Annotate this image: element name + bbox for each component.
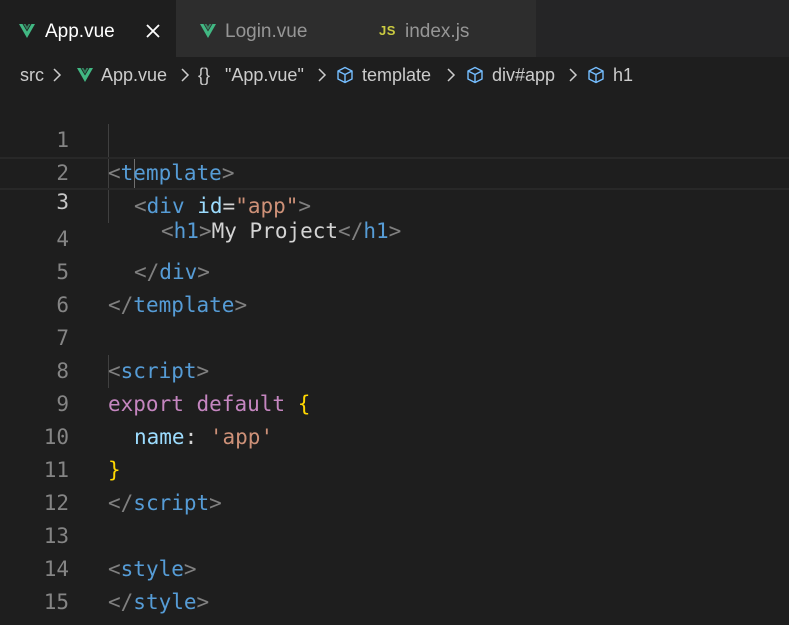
- cube-icon: [337, 66, 353, 84]
- code-line: 2 <div id="app">: [0, 124, 789, 218]
- code-line: 4 </div>: [0, 190, 789, 284]
- cube-icon: [467, 66, 483, 84]
- code-line: 7 <script>: [0, 289, 789, 383]
- close-icon[interactable]: [143, 21, 163, 41]
- vue-icon: [19, 24, 35, 38]
- line-number: 15: [43, 590, 69, 614]
- code-line: 9 name: 'app': [0, 355, 789, 449]
- breadcrumb-item-module[interactable]: "App.vue": [225, 63, 304, 87]
- code-text: </style>: [108, 590, 210, 614]
- chevron-right-icon: [53, 68, 62, 82]
- chevron-right-icon: [318, 68, 327, 82]
- breadcrumb-item-h1[interactable]: h1: [613, 63, 633, 87]
- chevron-right-icon: [569, 68, 578, 82]
- code-line: 11 </script>: [0, 421, 789, 515]
- tab-index-js[interactable]: JS index.js: [356, 0, 536, 57]
- cube-icon: [588, 66, 604, 84]
- code-line: 6: [0, 256, 789, 317]
- tab-app-vue[interactable]: App.vue: [0, 0, 176, 57]
- braces-icon: {}: [198, 65, 211, 85]
- breadcrumb-item-file[interactable]: App.vue: [101, 63, 167, 87]
- breadcrumb-item-src[interactable]: src: [20, 63, 44, 87]
- editor-tab-bar: App.vue Login.vue JS index.js: [0, 0, 789, 57]
- code-line: 13 <style>: [0, 487, 789, 581]
- code-line: 14 </style>: [0, 520, 789, 614]
- vue-icon: [77, 68, 93, 82]
- code-line: 1 <template>: [0, 91, 789, 185]
- breadcrumb: src App.vue {} "App.vue" template div#ap…: [0, 57, 789, 93]
- code-line: 10 }: [0, 388, 789, 482]
- vue-icon: [200, 24, 216, 38]
- tab-label: Login.vue: [225, 21, 308, 42]
- chevron-right-icon: [181, 68, 190, 82]
- breadcrumb-item-template[interactable]: template: [362, 63, 431, 87]
- tab-label: App.vue: [45, 21, 115, 42]
- code-line: 15: [0, 553, 789, 614]
- code-line-current: 3 <h1>My Project</h1>: [0, 157, 789, 243]
- tab-label: index.js: [405, 21, 470, 42]
- chevron-right-icon: [447, 68, 456, 82]
- code-editor[interactable]: 1 <template> 2 <div id="app"> 3 <h1>My P…: [0, 91, 789, 625]
- code-line: 5 </template>: [0, 223, 789, 317]
- tab-login-vue[interactable]: Login.vue: [176, 0, 356, 57]
- code-line: 8 export default {: [0, 322, 789, 416]
- code-line: 12: [0, 454, 789, 515]
- js-icon: JS: [379, 23, 396, 38]
- breadcrumb-item-div-app[interactable]: div#app: [492, 63, 555, 87]
